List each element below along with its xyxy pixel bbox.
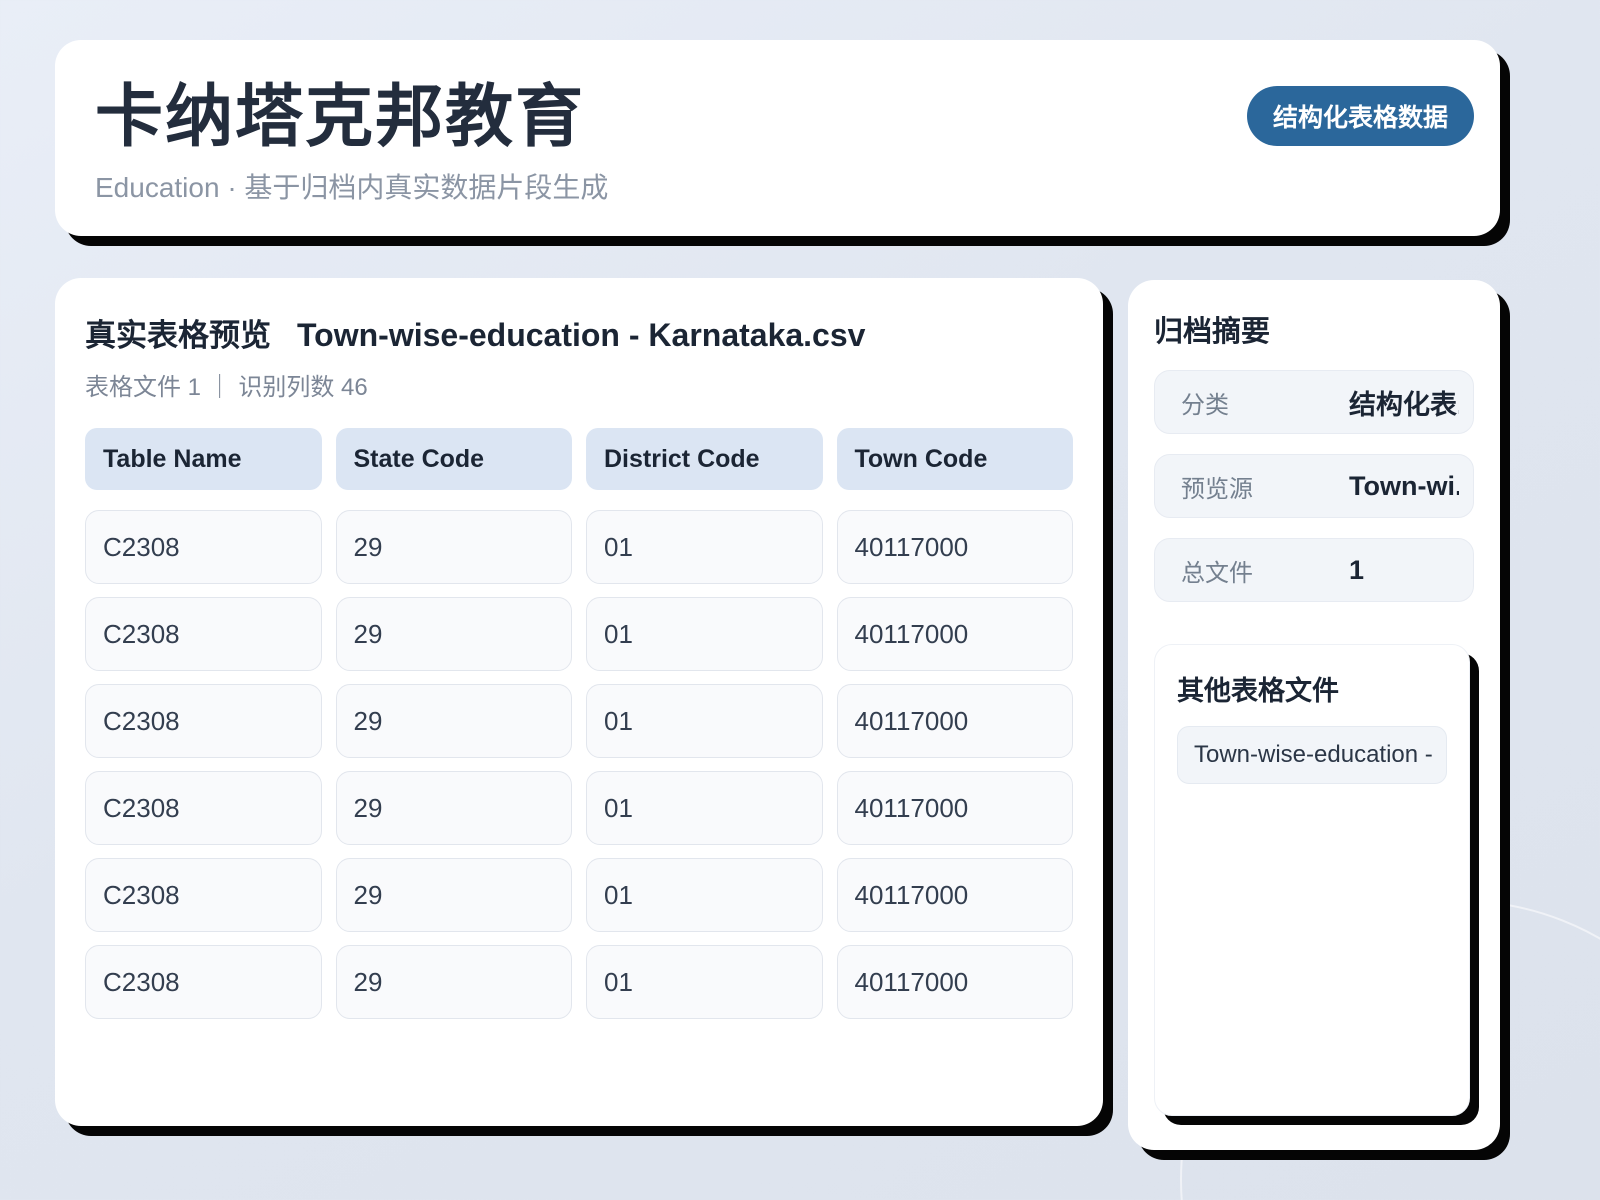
table-cell: C2308 [85,684,322,758]
summary-row: 分类 结构化表... [1154,370,1474,434]
table-column-header: Town Code [836,428,1073,490]
page-subtitle: Education · 基于归档内真实数据片段生成 [95,172,609,204]
other-files-list: Town-wise-education - [1177,726,1447,784]
summary-label: 分类 [1181,391,1229,419]
page-root: { "header": { "title": "卡纳塔克邦教育", "subti… [0,0,1600,1200]
table-preview-card: 真实表格预览 Town-wise-education - Karnataka.c… [55,278,1103,1126]
summary-row: 总文件 1 [1154,538,1474,602]
preview-file-name: Town-wise-education - Karnataka.csv [297,317,866,353]
table-column-header: State Code [335,428,572,490]
table-cell: 40117000 [836,945,1073,1019]
table-cell: C2308 [85,510,322,584]
table-cell: C2308 [85,771,322,845]
table-cell: C2308 [85,945,322,1019]
table-cell: 29 [335,510,572,584]
preview-meta: 表格文件 1 ｜ 识别列数 46 [85,374,368,401]
table-cell: 40117000 [836,858,1073,932]
table-column-header: District Code [586,428,823,490]
summary-label: 预览源 [1181,475,1253,503]
table-cell: 29 [335,597,572,671]
table-cell: 29 [335,945,572,1019]
other-file-item[interactable]: Town-wise-education - [1177,726,1447,784]
archive-summary-card: 归档摘要 分类 结构化表... 预览源 Town-wi... 总文件 1 其他表格文件 T… [1128,280,1500,1150]
summary-value: Town-wi... [1349,470,1459,501]
table-cell: 01 [586,771,823,845]
summary-row: 预览源 Town-wi... [1154,454,1474,518]
table-cell: 01 [586,684,823,758]
table-cell: 40117000 [836,510,1073,584]
summary-label: 总文件 [1181,559,1253,587]
table-cell: 29 [335,684,572,758]
table-cell: 01 [586,597,823,671]
header-card: 卡纳塔克邦教育 Education · 基于归档内真实数据片段生成 结构化表格数… [55,40,1500,236]
table-cell: 01 [586,858,823,932]
table-cell: 29 [335,858,572,932]
table-cell: 40117000 [836,684,1073,758]
table-column-header: Table Name [85,428,322,490]
table-header-row: Table Name State Code District Code Town Co… [85,428,1073,490]
summary-value: 结构化表... [1349,389,1459,420]
table-cell: C2308 [85,858,322,932]
table-cell: C2308 [85,597,322,671]
table-cell: 40117000 [836,771,1073,845]
summary-value: 1 [1349,554,1365,585]
table-cell: 01 [586,510,823,584]
archive-summary-heading: 归档摘要 [1154,316,1271,348]
preview-heading-label: 真实表格预览 [85,318,271,353]
table-cell: 29 [335,771,572,845]
table-cell: 01 [586,945,823,1019]
preview-heading: 真实表格预览 Town-wise-education - Karnataka.c… [85,310,1073,355]
table-cell: 40117000 [836,597,1073,671]
other-files-card: 其他表格文件 Town-wise-education - [1154,644,1470,1116]
other-files-heading: 其他表格文件 [1177,676,1339,706]
table-body: C2308 29 01 40117000 C2308 29 01 40117000 C2308 2… [85,510,1073,1019]
summary-rows: 分类 结构化表... 预览源 Town-wi... 总文件 1 [1154,370,1474,602]
category-badge: 结构化表格数据 [1246,86,1474,146]
